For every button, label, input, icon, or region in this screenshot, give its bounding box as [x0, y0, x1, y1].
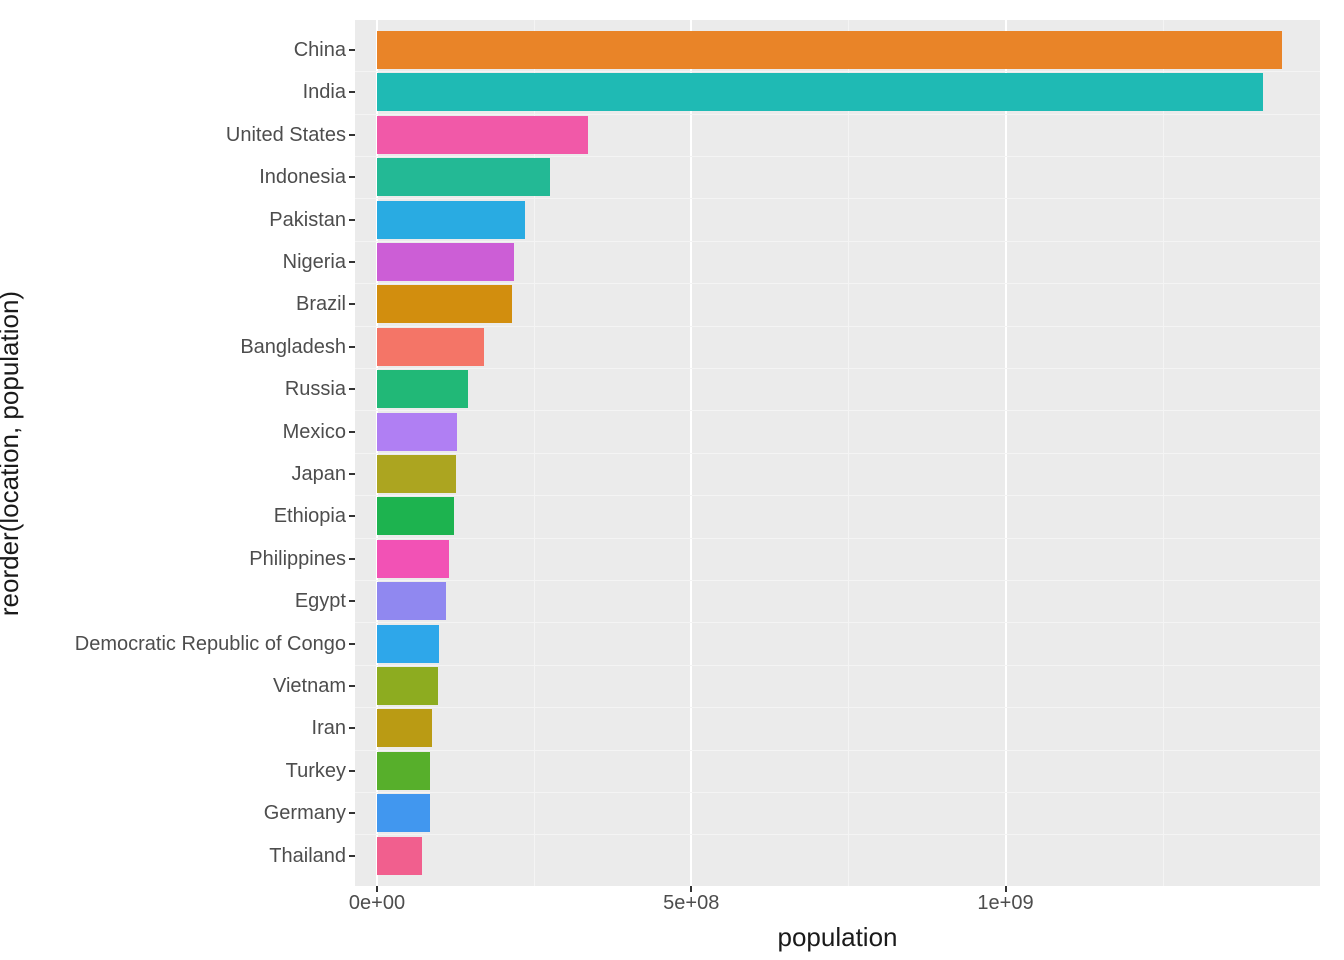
y-tick-mark [349, 219, 355, 221]
gridline-h-minor [355, 750, 1320, 751]
y-tick-label: Vietnam [26, 676, 346, 696]
y-tick-mark [349, 388, 355, 390]
y-tick-mark [349, 261, 355, 263]
y-tick-label: Japan [26, 464, 346, 484]
bar [377, 243, 514, 281]
bar [377, 709, 432, 747]
x-tick-mark [1005, 886, 1007, 892]
y-tick-label: Thailand [26, 846, 346, 866]
gridline-h-minor [355, 792, 1320, 793]
bar [377, 752, 430, 790]
bar [377, 582, 446, 620]
y-tick-label: Democratic Republic of Congo [26, 634, 346, 654]
bar [377, 285, 512, 323]
gridline-h-minor [355, 241, 1320, 242]
gridline-h-minor [355, 326, 1320, 327]
gridline-h-minor [355, 71, 1320, 72]
gridline-h-minor [355, 834, 1320, 835]
gridline-h-minor [355, 580, 1320, 581]
y-tick-mark [349, 91, 355, 93]
y-tick-label: Philippines [26, 549, 346, 569]
y-tick-mark [349, 770, 355, 772]
bar [377, 73, 1263, 111]
gridline-h-minor [355, 283, 1320, 284]
bar [377, 497, 454, 535]
x-tick-mark [376, 886, 378, 892]
plot-panel [355, 20, 1320, 886]
y-tick-mark [349, 643, 355, 645]
y-tick-mark [349, 812, 355, 814]
bar [377, 625, 439, 663]
y-tick-label: Indonesia [26, 167, 346, 187]
gridline-h-minor [355, 665, 1320, 666]
gridline-h-minor [355, 156, 1320, 157]
y-tick-label: Nigeria [26, 252, 346, 272]
y-tick-mark [349, 134, 355, 136]
x-tick-label: 0e+00 [349, 892, 405, 915]
gridline-h-minor [355, 198, 1320, 199]
bar [377, 837, 422, 875]
y-tick-label: Egypt [26, 591, 346, 611]
y-tick-mark [349, 558, 355, 560]
y-tick-mark [349, 685, 355, 687]
y-tick-label: Pakistan [26, 210, 346, 230]
gridline-h-minor [355, 495, 1320, 496]
y-tick-mark [349, 303, 355, 305]
bar [377, 413, 457, 451]
y-tick-mark [349, 49, 355, 51]
population-bar-chart: reorder(location, population) population… [0, 0, 1344, 960]
gridline-h-minor [355, 538, 1320, 539]
gridline-h-minor [355, 368, 1320, 369]
bar [377, 667, 438, 705]
y-tick-label: Bangladesh [26, 337, 346, 357]
y-tick-label: India [26, 82, 346, 102]
y-tick-mark [349, 600, 355, 602]
bar [377, 455, 456, 493]
gridline-h-minor [355, 707, 1320, 708]
y-tick-label: Iran [26, 718, 346, 738]
gridline-h-minor [355, 114, 1320, 115]
y-axis-title: reorder(location, population) [0, 20, 30, 886]
gridline-h-minor [355, 453, 1320, 454]
bar [377, 31, 1282, 69]
x-tick-label: 1e+09 [977, 892, 1033, 915]
x-tick-mark [690, 886, 692, 892]
y-tick-mark [349, 346, 355, 348]
bar [377, 116, 588, 154]
bar [377, 328, 484, 366]
x-tick-label: 5e+08 [663, 892, 719, 915]
y-tick-label: Brazil [26, 294, 346, 314]
bar [377, 370, 468, 408]
y-tick-mark [349, 515, 355, 517]
y-tick-label: Russia [26, 379, 346, 399]
bar [377, 201, 525, 239]
bar [377, 158, 550, 196]
y-tick-label: Turkey [26, 761, 346, 781]
y-tick-label: Mexico [26, 422, 346, 442]
gridline-h-minor [355, 622, 1320, 623]
bar [377, 540, 449, 578]
x-axis-title: population [355, 922, 1320, 953]
y-tick-mark [349, 727, 355, 729]
y-tick-label: United States [26, 125, 346, 145]
gridline-h-minor [355, 410, 1320, 411]
bar [377, 794, 430, 832]
y-tick-mark [349, 855, 355, 857]
y-tick-label: Ethiopia [26, 506, 346, 526]
y-tick-label: China [26, 40, 346, 60]
y-tick-mark [349, 473, 355, 475]
y-tick-label: Germany [26, 803, 346, 823]
y-tick-mark [349, 176, 355, 178]
y-tick-mark [349, 431, 355, 433]
